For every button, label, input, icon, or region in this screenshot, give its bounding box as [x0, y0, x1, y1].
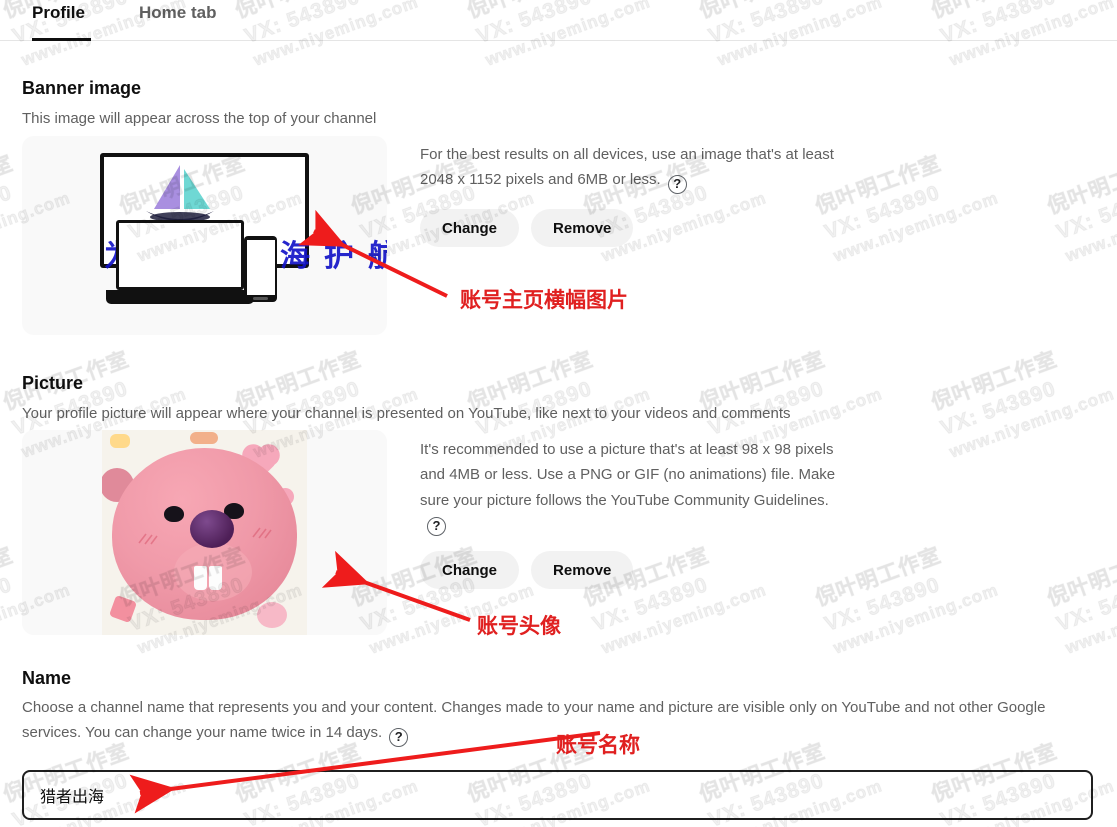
banner-info-text: For the best results on all devices, use…	[420, 146, 834, 189]
banner-info-column: For the best results on all devices, use…	[420, 142, 850, 248]
picture-section-title: Picture	[22, 373, 84, 393]
channel-name-input-wrapper[interactable]	[22, 770, 1093, 820]
picture-section-description: Your profile picture will appear where y…	[22, 405, 791, 422]
avatar-artwork	[22, 430, 387, 635]
name-section-description: Choose a channel name that represents yo…	[22, 695, 1067, 747]
annotation-label-avatar: 账号头像	[477, 615, 561, 638]
banner-image-preview[interactable]: 为猎者出海护航	[22, 136, 387, 335]
avatar-blush	[138, 532, 158, 545]
avatar-tooth	[209, 566, 222, 590]
avatar-photo	[102, 430, 307, 635]
star-decoration	[110, 434, 130, 448]
watermark-text: 倪叶明工作室VX: 543890www.niyeming.com	[1044, 151, 1117, 266]
picture-remove-button[interactable]: Remove	[531, 551, 634, 590]
avatar-tooth	[194, 566, 207, 590]
banner-help-icon[interactable]: ?	[667, 175, 687, 195]
banner-section-title: Banner image	[22, 78, 142, 98]
picture-change-button[interactable]: Change	[420, 551, 520, 590]
phone-mockup	[244, 236, 277, 302]
banner-remove-button[interactable]: Remove	[531, 209, 634, 248]
name-help-icon[interactable]: ?	[389, 728, 409, 747]
avatar-blush	[252, 526, 272, 539]
tab-home-tab[interactable]: Home tab	[139, 0, 227, 41]
picture-info-text: It's recommended to use a picture that's…	[420, 441, 836, 509]
phone-screen	[246, 240, 275, 295]
profile-picture-preview[interactable]	[22, 430, 387, 635]
tab-profile[interactable]: Profile	[32, 0, 91, 41]
annotation-label-banner: 账号主页横幅图片	[460, 289, 628, 312]
avatar-face	[112, 448, 297, 620]
picture-help-icon[interactable]: ?	[427, 517, 446, 537]
laptop-mockup	[116, 220, 244, 290]
laptop-base	[106, 290, 254, 304]
picture-info-column: It's recommended to use a picture that's…	[420, 437, 850, 590]
banner-button-row: Change Remove	[420, 209, 850, 248]
banner-change-button[interactable]: Change	[420, 209, 520, 248]
picture-button-row: Change Remove	[420, 551, 850, 590]
phone-home-button	[253, 297, 268, 300]
banner-device-mockup: 为猎者出海护航	[22, 136, 387, 335]
avatar-nose	[190, 510, 234, 548]
shape-decoration	[257, 602, 287, 628]
shape-decoration	[190, 432, 218, 444]
banner-section-description: This image will appear across the top of…	[22, 110, 377, 127]
name-description-text: Choose a channel name that represents yo…	[22, 699, 1046, 741]
watermark-text: 倪叶明工作室VX: 543890www.niyeming.com	[1044, 543, 1117, 658]
shape-decoration	[108, 594, 138, 624]
tab-bar: Profile Home tab	[0, 0, 1117, 41]
page-root: 倪叶明工作室VX: 543890www.niyeming.com 倪叶明工作室VX…	[0, 0, 1117, 827]
channel-name-input[interactable]	[24, 772, 1091, 818]
avatar-eye-left	[164, 506, 184, 522]
name-section-title: Name	[22, 668, 72, 688]
laptop-screen	[119, 223, 241, 287]
watermark-text: 倪叶明工作室VX: 543890www.niyeming.com	[928, 347, 1117, 462]
